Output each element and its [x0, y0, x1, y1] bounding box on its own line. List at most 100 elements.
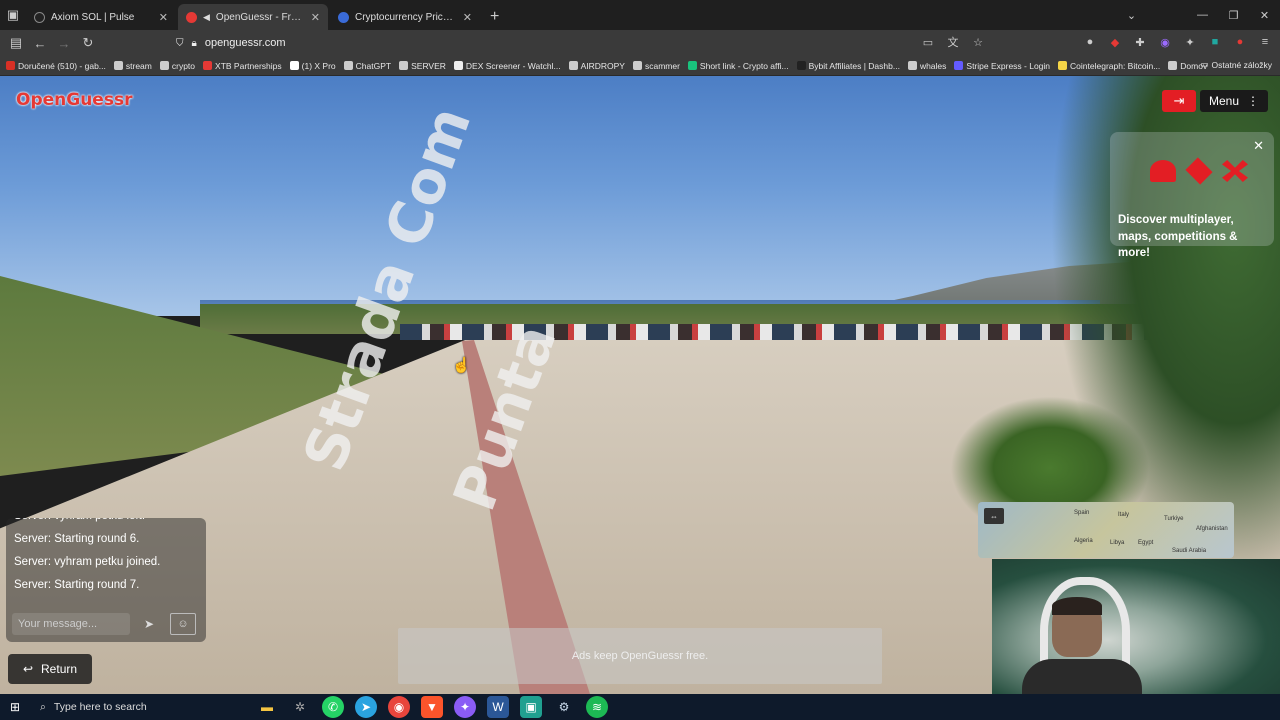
- windows-start-icon[interactable]: ⊞: [0, 694, 30, 720]
- map-label: Turkiye: [1164, 516, 1184, 522]
- send-icon[interactable]: ➤: [136, 613, 162, 635]
- bookmark-item[interactable]: scammer: [632, 61, 680, 71]
- map-label: Spain: [1074, 510, 1090, 516]
- lock-icon[interactable]: 🔒︎: [192, 38, 197, 49]
- menu-button[interactable]: Menu ⋮: [1200, 90, 1268, 112]
- spotify-icon[interactable]: ≋: [586, 696, 608, 718]
- minimize-icon[interactable]: —: [1187, 0, 1218, 30]
- return-label: Return: [41, 662, 78, 676]
- bookmark-label: ChatGPT: [355, 60, 392, 71]
- telegram-icon[interactable]: ➤: [355, 696, 377, 718]
- bookmark-item[interactable]: crypto: [159, 60, 196, 71]
- reload-icon[interactable]: ↻: [76, 35, 100, 51]
- new-tab-button[interactable]: +: [482, 4, 507, 30]
- bookmark-star-icon[interactable]: ☆: [969, 33, 987, 51]
- bookmark-item[interactable]: (1) X Pro: [289, 60, 336, 71]
- back-icon[interactable]: ←: [28, 36, 52, 51]
- close-icon[interactable]: ✕: [1253, 138, 1264, 154]
- extension-notification-icon[interactable]: ●: [1231, 33, 1249, 51]
- browser-tab-bar: ▣ Axiom SOL | Pulse ✕ ◀ OpenGuessr - Fre…: [0, 0, 1280, 30]
- street-view-panorama[interactable]: Strada Com Punta OpenGuessr ⇥ Menu ⋮ ✕ D…: [0, 76, 1280, 694]
- return-button[interactable]: ↩ Return: [8, 654, 92, 684]
- map-expand-icon[interactable]: ⇔: [984, 508, 1004, 524]
- bookmark-icon: [796, 61, 806, 70]
- screenshot-icon[interactable]: ▭: [919, 33, 937, 51]
- sidebar-icon[interactable]: ▤: [4, 35, 28, 51]
- file-explorer-icon[interactable]: ▬: [256, 696, 278, 718]
- tab-axiom[interactable]: Axiom SOL | Pulse ✕: [26, 4, 176, 30]
- emoji-icon[interactable]: ☺: [170, 613, 196, 635]
- bookmark-label: (1) X Pro: [301, 60, 336, 71]
- address-bar-row: ▤ ← → ↻ ⛉ 🔒︎ openguessr.com ▭ 文 ☆ ● ◆ ✚ …: [0, 30, 1280, 56]
- restore-icon[interactable]: ❐: [1218, 0, 1249, 30]
- bookmark-item[interactable]: Doručené (510) - gab...: [6, 61, 106, 71]
- promo-shapes: [1150, 157, 1248, 185]
- bookmark-item[interactable]: stream: [113, 61, 152, 71]
- speaker-icon[interactable]: ◀: [203, 12, 210, 23]
- whatsapp-icon[interactable]: ✆: [322, 696, 344, 718]
- bookmark-item[interactable]: Cointelegraph: Bitcoin...: [1058, 61, 1160, 71]
- guess-minimap[interactable]: ⇔ Spain Italy Turkiye Algeria Libya Egyp…: [978, 502, 1234, 558]
- red-cube-icon: [1185, 157, 1213, 185]
- close-window-icon[interactable]: ✕: [1249, 0, 1280, 30]
- extension-red-icon[interactable]: ◆: [1106, 33, 1124, 51]
- extension-teal-icon[interactable]: ■: [1206, 33, 1224, 51]
- bookmark-item[interactable]: Bybit Affiliates | Dashb...: [796, 61, 900, 71]
- bookmark-icon: [687, 61, 697, 70]
- bookmark-icon: [453, 61, 463, 70]
- forward-icon[interactable]: →: [52, 36, 76, 51]
- bookmark-item[interactable]: AIRDROPY: [568, 61, 625, 71]
- tab-crypto[interactable]: Cryptocurrency Prices, Charts A ✕: [330, 4, 480, 30]
- exit-game-button[interactable]: ⇥: [1162, 90, 1196, 112]
- chat-message: Server: vyhram petku left.: [6, 518, 206, 528]
- taskbar-search[interactable]: ⌕ Type here to search: [30, 694, 222, 720]
- tab-actions-icon[interactable]: ▣: [0, 0, 26, 30]
- bookmark-item[interactable]: ChatGPT: [343, 60, 392, 71]
- tab-openguessr[interactable]: ◀ OpenGuessr - Free GeoGuessr ✕: [178, 4, 328, 30]
- tab-search-icon[interactable]: ⌄: [1116, 0, 1147, 30]
- browser-menu-icon[interactable]: ≡: [1256, 33, 1274, 51]
- openguessr-logo[interactable]: OpenGuessr: [16, 90, 132, 110]
- bookmark-item[interactable]: whales: [907, 60, 947, 71]
- bookmark-item[interactable]: Stripe Express - Login: [954, 61, 1050, 71]
- bookmark-label: DEX Screener - Watchl...: [465, 60, 561, 71]
- streamer-hair: [1052, 597, 1102, 615]
- settings-app-icon[interactable]: ✲: [289, 696, 311, 718]
- bookmark-label: whales: [919, 60, 947, 71]
- close-tab-icon[interactable]: ✕: [159, 11, 168, 24]
- steam-icon[interactable]: ⚙: [553, 696, 575, 718]
- map-label: Italy: [1118, 512, 1130, 518]
- bookmark-label: Doručené (510) - gab...: [18, 60, 106, 71]
- chat-message-input[interactable]: Your message...: [12, 613, 130, 635]
- red-x-icon: [1222, 160, 1248, 182]
- profile-icon[interactable]: ●: [1081, 33, 1099, 51]
- brave-icon[interactable]: ▼: [421, 696, 443, 718]
- return-icon: ↩: [22, 662, 34, 676]
- map-label: Algeria: [1074, 538, 1093, 544]
- bookmark-item[interactable]: Short link - Crypto affi...: [687, 61, 789, 71]
- translate-icon[interactable]: 文: [944, 33, 962, 51]
- other-bookmarks-folder[interactable]: ▭ Ostatné záložky: [1200, 59, 1272, 70]
- bookmark-item[interactable]: XTB Partnerships: [203, 61, 282, 71]
- word-icon[interactable]: W: [487, 696, 509, 718]
- close-tab-icon[interactable]: ✕: [311, 11, 320, 24]
- multiplayer-promo-card[interactable]: ✕ Discover multiplayer, maps, competitio…: [1110, 132, 1274, 259]
- messenger-icon[interactable]: ✦: [454, 696, 476, 718]
- coinmarketcap-favicon-icon: [338, 11, 349, 23]
- map-label: Afghanistan: [1196, 526, 1228, 532]
- ad-placeholder: Ads keep OpenGuessr free.: [398, 628, 882, 684]
- axiom-favicon-icon: [34, 11, 45, 23]
- close-tab-icon[interactable]: ✕: [463, 11, 472, 24]
- webcam-overlay: [992, 559, 1280, 694]
- extension-badge-icon[interactable]: ✚: [1131, 33, 1149, 51]
- bookmark-icon: [159, 61, 169, 70]
- app-icon[interactable]: ▣: [520, 696, 542, 718]
- bookmark-item[interactable]: SERVER: [399, 61, 446, 71]
- chrome-icon[interactable]: ◉: [388, 696, 410, 718]
- bookmark-item[interactable]: DEX Screener - Watchl...: [453, 60, 561, 71]
- bookmark-icon: [399, 61, 409, 70]
- extension-purple-icon[interactable]: ◉: [1156, 33, 1174, 51]
- extensions-puzzle-icon[interactable]: ✦: [1181, 33, 1199, 51]
- bookmark-label: crypto: [171, 60, 196, 71]
- url-field[interactable]: ⛉ 🔒︎ openguessr.com: [176, 32, 996, 54]
